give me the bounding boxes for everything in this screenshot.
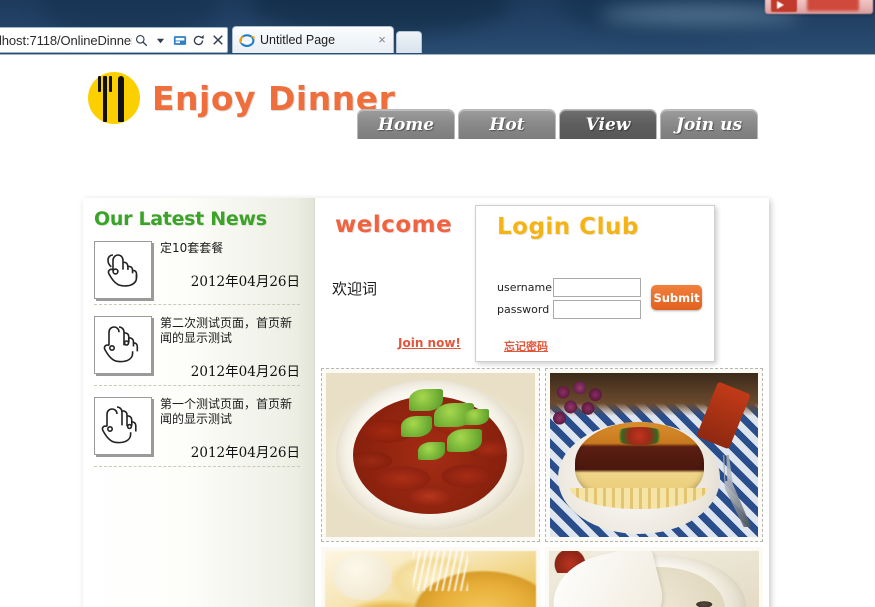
nav-tab-join-us-label: Join us <box>675 114 743 135</box>
tab-close-icon[interactable]: × <box>375 33 389 47</box>
welcome-box: welcome 欢迎词 Join now! <box>315 198 470 362</box>
gallery-cell[interactable] <box>544 368 763 542</box>
browser-window: lhost:7118/OnlineDinnerWeb/Def <box>0 12 875 607</box>
page-viewport: Enjoy Dinner Home Hot View Join us Our L… <box>0 54 875 607</box>
nav-tab-hot[interactable]: Hot <box>458 109 556 139</box>
gallery-cell[interactable] <box>544 547 763 607</box>
news-item-headline[interactable]: 定10套套餐 <box>160 241 300 256</box>
new-tab-button[interactable] <box>396 31 422 53</box>
golden-sauce-dish-photo <box>325 551 536 607</box>
hand-two-fingers-icon <box>94 316 152 374</box>
latest-news-sidebar: Our Latest News 定10套套餐 2012年04月26日 第二次测试… <box>83 198 315 607</box>
nav-tab-view[interactable]: View <box>559 109 657 139</box>
fork-and-knife-icon <box>88 72 140 124</box>
gallery-cell[interactable] <box>321 368 540 542</box>
news-item-date: 2012年04月26日 <box>190 274 300 290</box>
layered-dome-dish-photo <box>549 373 758 537</box>
submit-button[interactable]: Submit <box>651 285 702 310</box>
welcome-title: welcome <box>335 212 453 238</box>
username-label: username <box>497 281 552 294</box>
welcome-message: 欢迎词 <box>332 280 378 298</box>
stop-icon[interactable] <box>208 28 227 52</box>
badge-label-blurred <box>807 0 859 11</box>
refresh-icon[interactable] <box>189 28 208 52</box>
compatibility-view-icon[interactable] <box>170 28 189 52</box>
nav-tab-home[interactable]: Home <box>357 109 455 139</box>
tab-strip: Untitled Page × <box>232 26 462 53</box>
nav-tab-home-label: Home <box>377 114 435 135</box>
hand-three-fingers-icon <box>94 397 152 455</box>
news-item-headline[interactable]: 第二次测试页面，首页新闻的显示测试 <box>160 316 300 346</box>
news-list-item[interactable]: 定10套套餐 2012年04月26日 <box>94 241 300 305</box>
soup-bowl-photo <box>548 551 759 607</box>
news-item-body: 第二次测试页面，首页新闻的显示测试 2012年04月26日 <box>160 316 300 380</box>
browser-tab-untitled-page[interactable]: Untitled Page × <box>232 26 394 53</box>
nav-tab-hot-label: Hot <box>489 114 525 135</box>
password-label: password <box>497 303 550 316</box>
nav-tab-join-us[interactable]: Join us <box>660 109 758 139</box>
forgot-password-link[interactable]: 忘记密码 <box>504 338 548 354</box>
welcome-login-row: welcome 欢迎词 Join now! Login Club usernam… <box>315 198 769 362</box>
username-row: username <box>497 278 641 297</box>
news-item-headline[interactable]: 第一个测试页面，首页新闻的显示测试 <box>160 397 300 427</box>
join-now-link[interactable]: Join now! <box>398 336 461 350</box>
gallery-cell[interactable] <box>321 547 540 607</box>
tab-title: Untitled Page <box>260 33 336 47</box>
site-header: Enjoy Dinner Home Hot View Join us <box>0 55 875 145</box>
password-row: password <box>497 300 641 319</box>
chevron-down-icon[interactable] <box>151 28 170 52</box>
search-icon[interactable] <box>132 28 151 52</box>
login-club-box: Login Club username password Submit 忘记密码 <box>475 205 715 362</box>
content-panel: Our Latest News 定10套套餐 2012年04月26日 第二次测试… <box>83 198 769 607</box>
news-item-body: 定10套套餐 2012年04月26日 <box>160 241 300 290</box>
address-bar[interactable]: lhost:7118/OnlineDinnerWeb/Def <box>0 27 228 53</box>
latest-news-title: Our Latest News <box>94 208 267 230</box>
nav-tab-view-label: View <box>585 114 631 135</box>
main-navigation: Home Hot View Join us <box>357 109 758 139</box>
internet-explorer-icon <box>239 32 255 48</box>
site-logo[interactable]: Enjoy Dinner <box>88 72 395 124</box>
news-item-date: 2012年04月26日 <box>190 364 300 380</box>
login-fields: username password <box>497 278 641 322</box>
badge-play-icon <box>771 0 797 12</box>
main-content: welcome 欢迎词 Join now! Login Club usernam… <box>315 198 769 607</box>
news-item-date: 2012年04月26日 <box>190 445 300 461</box>
hand-one-finger-icon <box>94 241 152 299</box>
crayfish-dish-photo <box>326 373 535 537</box>
login-club-title: Login Club <box>497 214 639 240</box>
news-item-body: 第一个测试页面，首页新闻的显示测试 2012年04月26日 <box>160 397 300 461</box>
address-bar-url[interactable]: lhost:7118/OnlineDinnerWeb/Def <box>0 33 132 48</box>
password-input[interactable] <box>553 300 641 319</box>
news-list-item[interactable]: 第二次测试页面，首页新闻的显示测试 2012年04月26日 <box>94 316 300 386</box>
news-list-item[interactable]: 第一个测试页面，首页新闻的显示测试 2012年04月26日 <box>94 397 300 467</box>
username-input[interactable] <box>553 278 641 297</box>
food-gallery <box>315 362 769 607</box>
browser-chrome: lhost:7118/OnlineDinnerWeb/Def <box>0 12 875 53</box>
